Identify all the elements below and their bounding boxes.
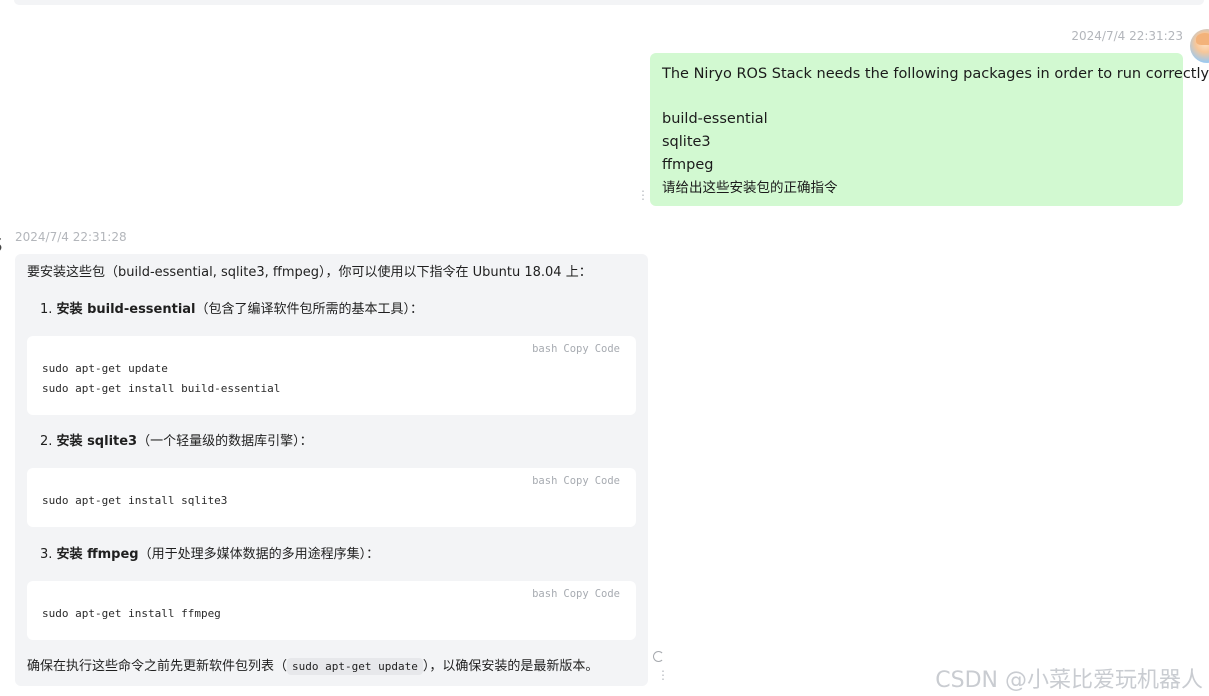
assistant-message-bubble: 要安装这些包（build-essential, sqlite3, ffmpeg）…: [15, 254, 648, 686]
code-view-button[interactable]: Code: [595, 588, 620, 600]
user-message-line: 请给出这些安装包的正确指令: [662, 179, 838, 196]
code-content: sudo apt-get update sudo apt-get install …: [42, 359, 280, 399]
assistant-message-timestamp: 2024/7/4 22:31:28: [15, 230, 127, 244]
assistant-intro-text: 要安装这些包（build-essential, sqlite3, ffmpeg）…: [27, 265, 592, 280]
code-language-label: bash: [532, 588, 558, 600]
step-heading: 3. 安装 ffmpeg（用于处理多媒体数据的多用途程序集）：: [40, 545, 379, 565]
step-number: 1.: [40, 302, 53, 317]
code-view-button[interactable]: Code: [595, 475, 620, 487]
user-message-more-icon[interactable]: ⋮: [637, 189, 649, 201]
code-block: bash Copy Code sudo apt-get install sqlite…: [27, 468, 636, 527]
step-heading: 1. 安装 build-essential（包含了编译软件包所需的基本工具）：: [40, 300, 423, 320]
previous-message-edge: [14, 0, 1204, 5]
code-line: sudo apt-get update: [42, 362, 168, 375]
user-message-line: ffmpeg: [662, 156, 714, 173]
code-language-label: bash: [532, 343, 558, 355]
user-message-line: build-essential: [662, 111, 768, 128]
assistant-message-more-icon[interactable]: ⋮: [657, 669, 669, 681]
code-toolbar: bash Copy Code: [526, 588, 620, 600]
assistant-outro-text: 确保在执行这些命令之前先更新软件包列表（ sudo apt-get update）…: [27, 657, 598, 677]
outro-text-before: 确保在执行这些命令之前先更新软件包列表（: [27, 659, 288, 674]
code-block: bash Copy Code sudo apt-get install ffmpeg: [27, 581, 636, 640]
step-description: （一个轻量级的数据库引擎）：: [137, 434, 313, 449]
outro-text-after: ），以确保安装的是最新版本。: [422, 659, 599, 674]
code-block: bash Copy Code sudo apt-get update sudo apt…: [27, 336, 636, 415]
code-content: sudo apt-get install ffmpeg: [42, 604, 221, 624]
code-line: sudo apt-get install ffmpeg: [42, 607, 221, 620]
user-message-blank-line: [662, 86, 1171, 109]
copy-code-button[interactable]: Copy: [563, 343, 588, 355]
step-title: 安装 build-essential: [56, 302, 196, 317]
code-line: sudo apt-get install sqlite3: [42, 494, 228, 507]
step-number: 2.: [40, 434, 53, 449]
step-description: （用于处理多媒体数据的多用途程序集）：: [138, 547, 380, 562]
step-title: 安装 ffmpeg: [56, 547, 139, 562]
code-toolbar: bash Copy Code: [526, 475, 620, 487]
step-title: 安装 sqlite3: [56, 434, 138, 449]
user-message-timestamp: 2024/7/4 22:31:23: [1071, 29, 1183, 43]
code-toolbar: bash Copy Code: [526, 343, 620, 355]
step-description: （包含了编译软件包所需的基本工具）：: [195, 302, 424, 317]
user-message-line: The Niryo ROS Stack needs the following …: [662, 66, 1209, 82]
inline-code: sudo apt-get update: [287, 658, 423, 675]
user-message-line: sqlite3: [662, 134, 711, 151]
watermark: CSDN @小菜比爱玩机器人: [935, 668, 1203, 693]
code-view-button[interactable]: Code: [595, 343, 620, 355]
user-avatar: [1190, 29, 1209, 63]
copy-code-button[interactable]: Copy: [563, 588, 588, 600]
assistant-avatar-icon: ʒ: [0, 232, 6, 254]
regenerate-icon[interactable]: [653, 651, 664, 662]
code-content: sudo apt-get install sqlite3: [42, 491, 227, 511]
code-line: sudo apt-get install build-essential: [42, 382, 281, 395]
step-number: 3.: [40, 547, 53, 562]
user-message-bubble: The Niryo ROS Stack needs the following …: [650, 53, 1209, 206]
code-language-label: bash: [532, 475, 558, 487]
step-heading: 2. 安装 sqlite3（一个轻量级的数据库引擎）：: [40, 432, 313, 452]
copy-code-button[interactable]: Copy: [563, 475, 588, 487]
